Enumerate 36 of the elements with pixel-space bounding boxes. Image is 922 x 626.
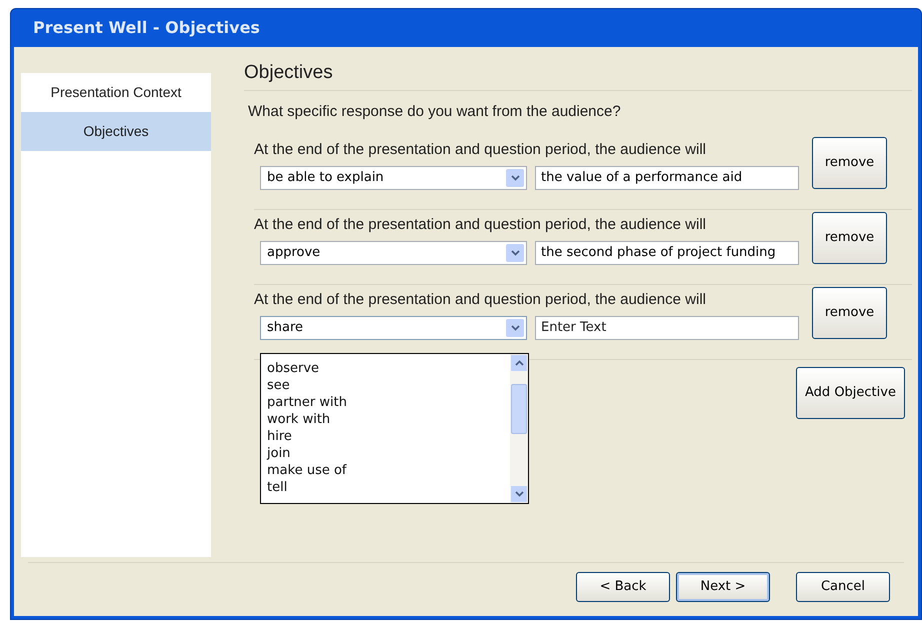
dropdown-option[interactable]: join: [267, 445, 510, 462]
dropdown-option[interactable]: make use of: [267, 462, 510, 479]
chevron-icon: [510, 250, 520, 256]
remove-button[interactable]: remove: [812, 212, 887, 264]
objective-field[interactable]: the second phase of project funding: [535, 240, 799, 264]
scroll-down-icon[interactable]: [511, 486, 527, 502]
prompt-text: At the end of the presentation and question period, the audience will: [254, 290, 707, 310]
wizard-button[interactable]: Cancel: [796, 572, 890, 602]
dropdown-option[interactable]: partner with: [267, 394, 510, 411]
chevron-icon: [510, 174, 520, 180]
scroll-up-icon[interactable]: [511, 355, 527, 371]
objective-field[interactable]: the value of a performance aid: [535, 166, 799, 190]
remove-button[interactable]: remove: [812, 137, 887, 189]
dropdown-option[interactable]: observe: [267, 360, 510, 377]
chevron-icon: [510, 324, 520, 330]
dropdown-option[interactable]: see: [267, 377, 510, 394]
scroll-thumb[interactable]: [511, 384, 527, 434]
page-heading: Objectives: [244, 59, 912, 90]
dropdown-option[interactable]: hire: [267, 428, 510, 445]
window-title: Present Well - Objectives: [32, 17, 261, 39]
sidebar-item[interactable]: Objectives: [21, 112, 211, 151]
dropdown-option[interactable]: work with: [267, 411, 510, 428]
verb-dropdown[interactable]: be able to explain: [260, 166, 527, 190]
remove-button[interactable]: remove: [812, 287, 887, 339]
question-text: What specific response do you want from the audience?: [248, 102, 622, 122]
chevron-down-icon: [514, 491, 524, 497]
add-objective-button[interactable]: Add Objective: [796, 367, 905, 419]
verb-dropdown[interactable]: share: [260, 316, 527, 340]
prompt-text: At the end of the presentation and question period, the audience will: [254, 215, 707, 235]
dropdown-option[interactable]: tell: [267, 479, 510, 496]
wizard-button[interactable]: < Back: [576, 572, 670, 602]
wizard-button[interactable]: Next >: [676, 572, 770, 602]
scrollbar[interactable]: [510, 354, 528, 503]
verb-dropdown[interactable]: approve: [260, 240, 527, 264]
prompt-text: At the end of the presentation and question period, the audience will: [254, 140, 707, 160]
objective-field[interactable]: Enter Text: [535, 316, 799, 340]
